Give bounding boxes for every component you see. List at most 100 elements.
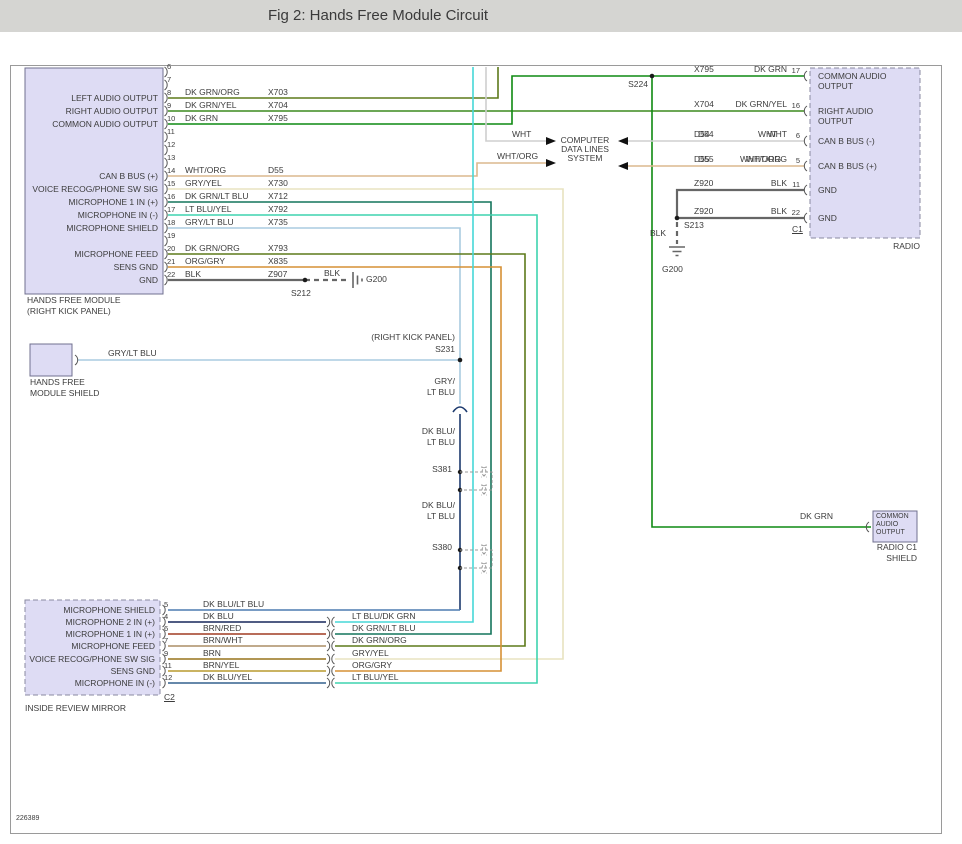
radio-wire-color-label: DK GRN/YEL (736, 100, 788, 110)
hfm-wire-color-label: WHT/ORG (185, 166, 226, 176)
s381-dashed-connector (460, 467, 492, 495)
radio-pin-11-stub (804, 185, 807, 195)
hfm-pin-label: MICROPHONE 1 IN (+) (69, 198, 159, 208)
radio-shield-box-line-2: AUDIO (876, 521, 898, 529)
hfm-caption-1: HANDS FREE MODULE (27, 296, 121, 306)
mirror-connector-label: C2 (164, 693, 175, 703)
figure-number: 226389 (16, 815, 39, 823)
circuit-label-d55: D55 (698, 155, 714, 165)
mirror-wire-color-label: BRN (203, 649, 221, 659)
mirror-wire2-color-label: DK GRN/ORG (352, 636, 407, 646)
radio-shield-caption-1: RADIO C1 (877, 543, 917, 553)
hfm-caption-2: (RIGHT KICK PANEL) (27, 307, 111, 317)
radio-shield-box-line-3: OUTPUT (876, 529, 905, 537)
radio-pin-label: GND (818, 214, 906, 224)
hfm-circuit-label: D55 (268, 166, 284, 176)
hfm-pin-number: 14 (167, 166, 175, 176)
wire-break-chevron-icon (453, 407, 467, 412)
wire-label-whtorg-right: WHT/ORG (740, 155, 781, 165)
hfm-circuit-label: X795 (268, 114, 288, 124)
hfm-pin-label: GND (139, 276, 158, 286)
mirror-pin-label: MICROPHONE 2 IN (+) (66, 618, 156, 628)
hfm-wire-color-label: DK GRN/ORG (185, 88, 240, 98)
wiring-diagram: 678LEFT AUDIO OUTPUTDK GRN/ORGX7039RIGHT… (0, 0, 962, 844)
mirror-wire2-color-label: ORG/GRY (352, 661, 392, 671)
wire-label-dkgrn-branch: DK GRN (800, 512, 833, 522)
splice-s213 (675, 216, 680, 221)
mirror-pin-number: 9 (164, 649, 168, 659)
hfm-wire-color-label: DK GRN/LT BLU (185, 192, 248, 202)
hfm-pin-label: MICROPHONE SHIELD (66, 224, 158, 234)
wire-label-shield: GRY/LT BLU (108, 349, 157, 359)
mirror-wire2-color-label: LT BLU/DK GRN (352, 612, 415, 622)
radio-wire-color-label: DK GRN (754, 65, 787, 75)
mirror-wire-color-label: BRN/WHT (203, 636, 243, 646)
wire-label-dkblultblu-a2: LT BLU (427, 438, 455, 448)
splice-label-s224: S224 (628, 80, 648, 90)
hfm-pin-number: 12 (167, 140, 175, 150)
hfm-circuit-label: X792 (268, 205, 288, 215)
hfm-pin-label: SENS GND (114, 263, 158, 273)
hfm-circuit-label: Z907 (268, 270, 287, 280)
hfm-pin-label: MICROPHONE IN (-) (78, 211, 158, 221)
mirror-wire-color-label: BRN/RED (203, 624, 241, 634)
mirror-inline-connector-stub (332, 654, 335, 664)
circuit-label-d54: D54 (698, 130, 714, 140)
hfm-pin-number: 16 (167, 192, 175, 202)
hfm-pin-label: LEFT AUDIO OUTPUT (71, 94, 158, 104)
mirror-wire2-color-label: LT BLU/YEL (352, 673, 398, 683)
hfm-pin-number: 9 (167, 101, 171, 111)
splice-s224 (650, 74, 655, 79)
mirror-inline-connector-stub (332, 678, 335, 688)
hfm-wire-color-label: DK GRN/YEL (185, 101, 237, 111)
wire-label-blk-s213: BLK (650, 229, 666, 239)
hfm-pin-label: VOICE RECOG/PHONE SW SIG (32, 185, 158, 195)
radio-pin-number: 5 (796, 156, 800, 166)
location-label-right-kick-panel: (RIGHT KICK PANEL) (371, 333, 455, 343)
hfm-circuit-label: X704 (268, 101, 288, 111)
mirror-pin-number: 11 (164, 661, 172, 671)
ground-g200-right-icon (669, 247, 685, 256)
hfm-pin-number: 7 (167, 75, 171, 85)
mirror-inline-connector-stub (327, 678, 330, 688)
mirror-pin-label: MICROPHONE IN (-) (75, 679, 155, 689)
mirror-wire-color-label: DK BLU/YEL (203, 673, 252, 683)
radio-wire-color-label: BLK (771, 207, 787, 217)
hfm-wire-color-label: BLK (185, 270, 201, 280)
radio-pin-number: 16 (792, 101, 800, 111)
mirror-caption: INSIDE REVIEW MIRROR (25, 704, 126, 714)
radio-pin-number: 17 (792, 66, 800, 76)
wire-label-dkblultblu-a1: DK BLU/ (422, 427, 455, 437)
radio-circuit-label: Z920 (694, 179, 713, 189)
hfm-wire-color-label: GRY/YEL (185, 179, 222, 189)
splice-s231 (458, 358, 463, 363)
hfm-circuit-label: X730 (268, 179, 288, 189)
s380-dashed-connector (460, 545, 492, 573)
mirror-pin-label: SENS GND (111, 667, 155, 677)
arrow-left-icon (618, 137, 628, 145)
mirror-inline-connector-stub (327, 641, 330, 651)
hfm-pin-number: 19 (167, 231, 175, 241)
wire-label-blk-s212: BLK (324, 269, 340, 279)
splice-label-s380: S380 (432, 543, 452, 553)
radio-wire-color-label: BLK (771, 179, 787, 189)
mirror-pin-label: MICROPHONE FEED (71, 642, 155, 652)
hfm-wire-color-label: DK GRN/ORG (185, 244, 240, 254)
mirror-pin-label: MICROPHONE SHIELD (63, 606, 155, 616)
system-line-3: SYSTEM (552, 154, 618, 164)
mirror-pin-number: 7 (164, 636, 168, 646)
hfm-pin-number: 21 (167, 257, 175, 267)
arrow-left-icon (618, 162, 628, 170)
hfm-circuit-label: X735 (268, 218, 288, 228)
hfm-pin-label: COMMON AUDIO OUTPUT (52, 120, 158, 130)
hfm-circuit-label: X712 (268, 192, 288, 202)
page: Fig 2: Hands Free Module Circuit (0, 0, 962, 844)
mirror-inline-connector-stub (332, 641, 335, 651)
splice-label-s212: S212 (291, 289, 311, 299)
wire-label-whtorg-left: WHT/ORG (497, 152, 538, 162)
hfm-pin-number: 15 (167, 179, 175, 189)
mirror-inline-connector-stub (332, 629, 335, 639)
hfm-pin-number: 13 (167, 153, 175, 163)
wire-label-wht-left: WHT (512, 130, 531, 140)
radio-shield-box-line-1: COMMON (876, 513, 909, 521)
